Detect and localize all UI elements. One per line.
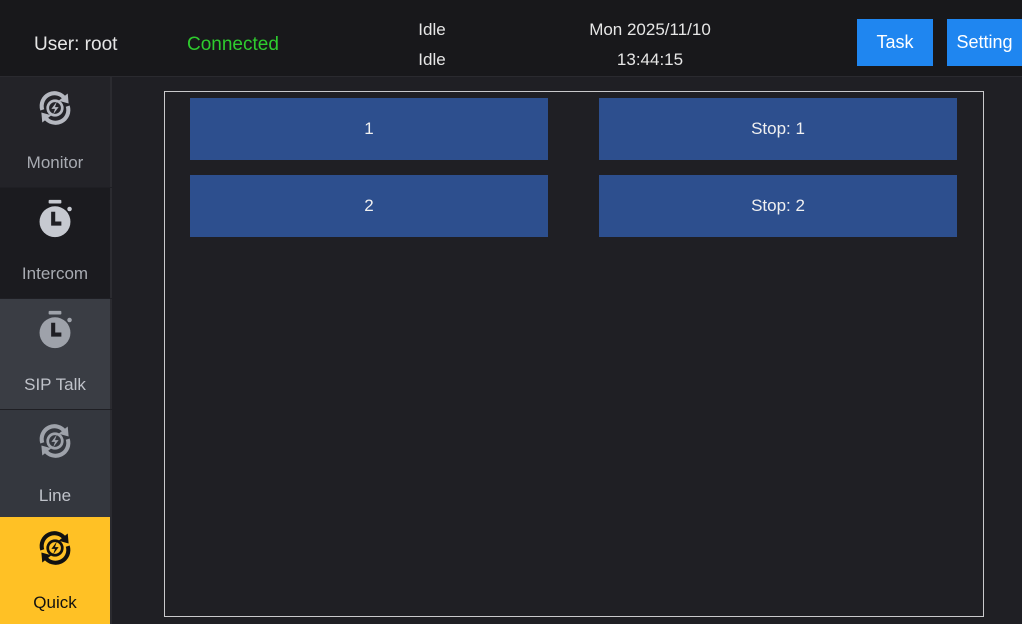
date-display: Mon 2025/11/10 bbox=[589, 20, 711, 39]
stop-button-1[interactable]: Stop: 1 bbox=[599, 98, 957, 160]
sync-icon bbox=[33, 418, 77, 464]
status-line-2: Idle bbox=[418, 50, 446, 69]
timer-icon bbox=[33, 307, 77, 353]
sidebar-item-label: Intercom bbox=[21, 264, 89, 283]
sidebar-item-quick[interactable]: Quick bbox=[0, 517, 112, 624]
quick-button-1[interactable]: 1 bbox=[190, 98, 548, 160]
sidebar-item-intercom[interactable]: Intercom bbox=[0, 188, 112, 298]
stop-button-2[interactable]: Stop: 2 bbox=[599, 175, 957, 237]
sidebar: Monitor Intercom SIP Talk Line Quick bbox=[0, 77, 112, 624]
task-button[interactable]: Task bbox=[857, 19, 933, 66]
top-bar: User: root Connected Idle Idle Mon 2025/… bbox=[0, 0, 1022, 77]
user-label: User: root bbox=[34, 34, 118, 55]
quick-button-2[interactable]: 2 bbox=[190, 175, 548, 237]
sidebar-item-label: SIP Talk bbox=[24, 375, 86, 394]
quick-panel: 1 Stop: 1 2 Stop: 2 bbox=[164, 91, 984, 617]
setting-button[interactable]: Setting bbox=[947, 19, 1022, 66]
sidebar-item-label: Quick bbox=[33, 593, 77, 612]
status-line-1: Idle bbox=[418, 20, 446, 39]
sidebar-item-label: Line bbox=[38, 486, 72, 505]
sidebar-item-label: Monitor bbox=[26, 153, 84, 172]
sidebar-item-sip-talk[interactable]: SIP Talk bbox=[0, 299, 112, 409]
time-display: 13:44:15 bbox=[616, 50, 684, 69]
sidebar-item-line[interactable]: Line bbox=[0, 410, 112, 520]
timer-icon bbox=[33, 196, 77, 242]
sync-icon bbox=[33, 85, 77, 131]
connection-status: Connected bbox=[187, 34, 279, 55]
sync-icon bbox=[33, 525, 77, 571]
sidebar-item-monitor[interactable]: Monitor bbox=[0, 77, 112, 187]
